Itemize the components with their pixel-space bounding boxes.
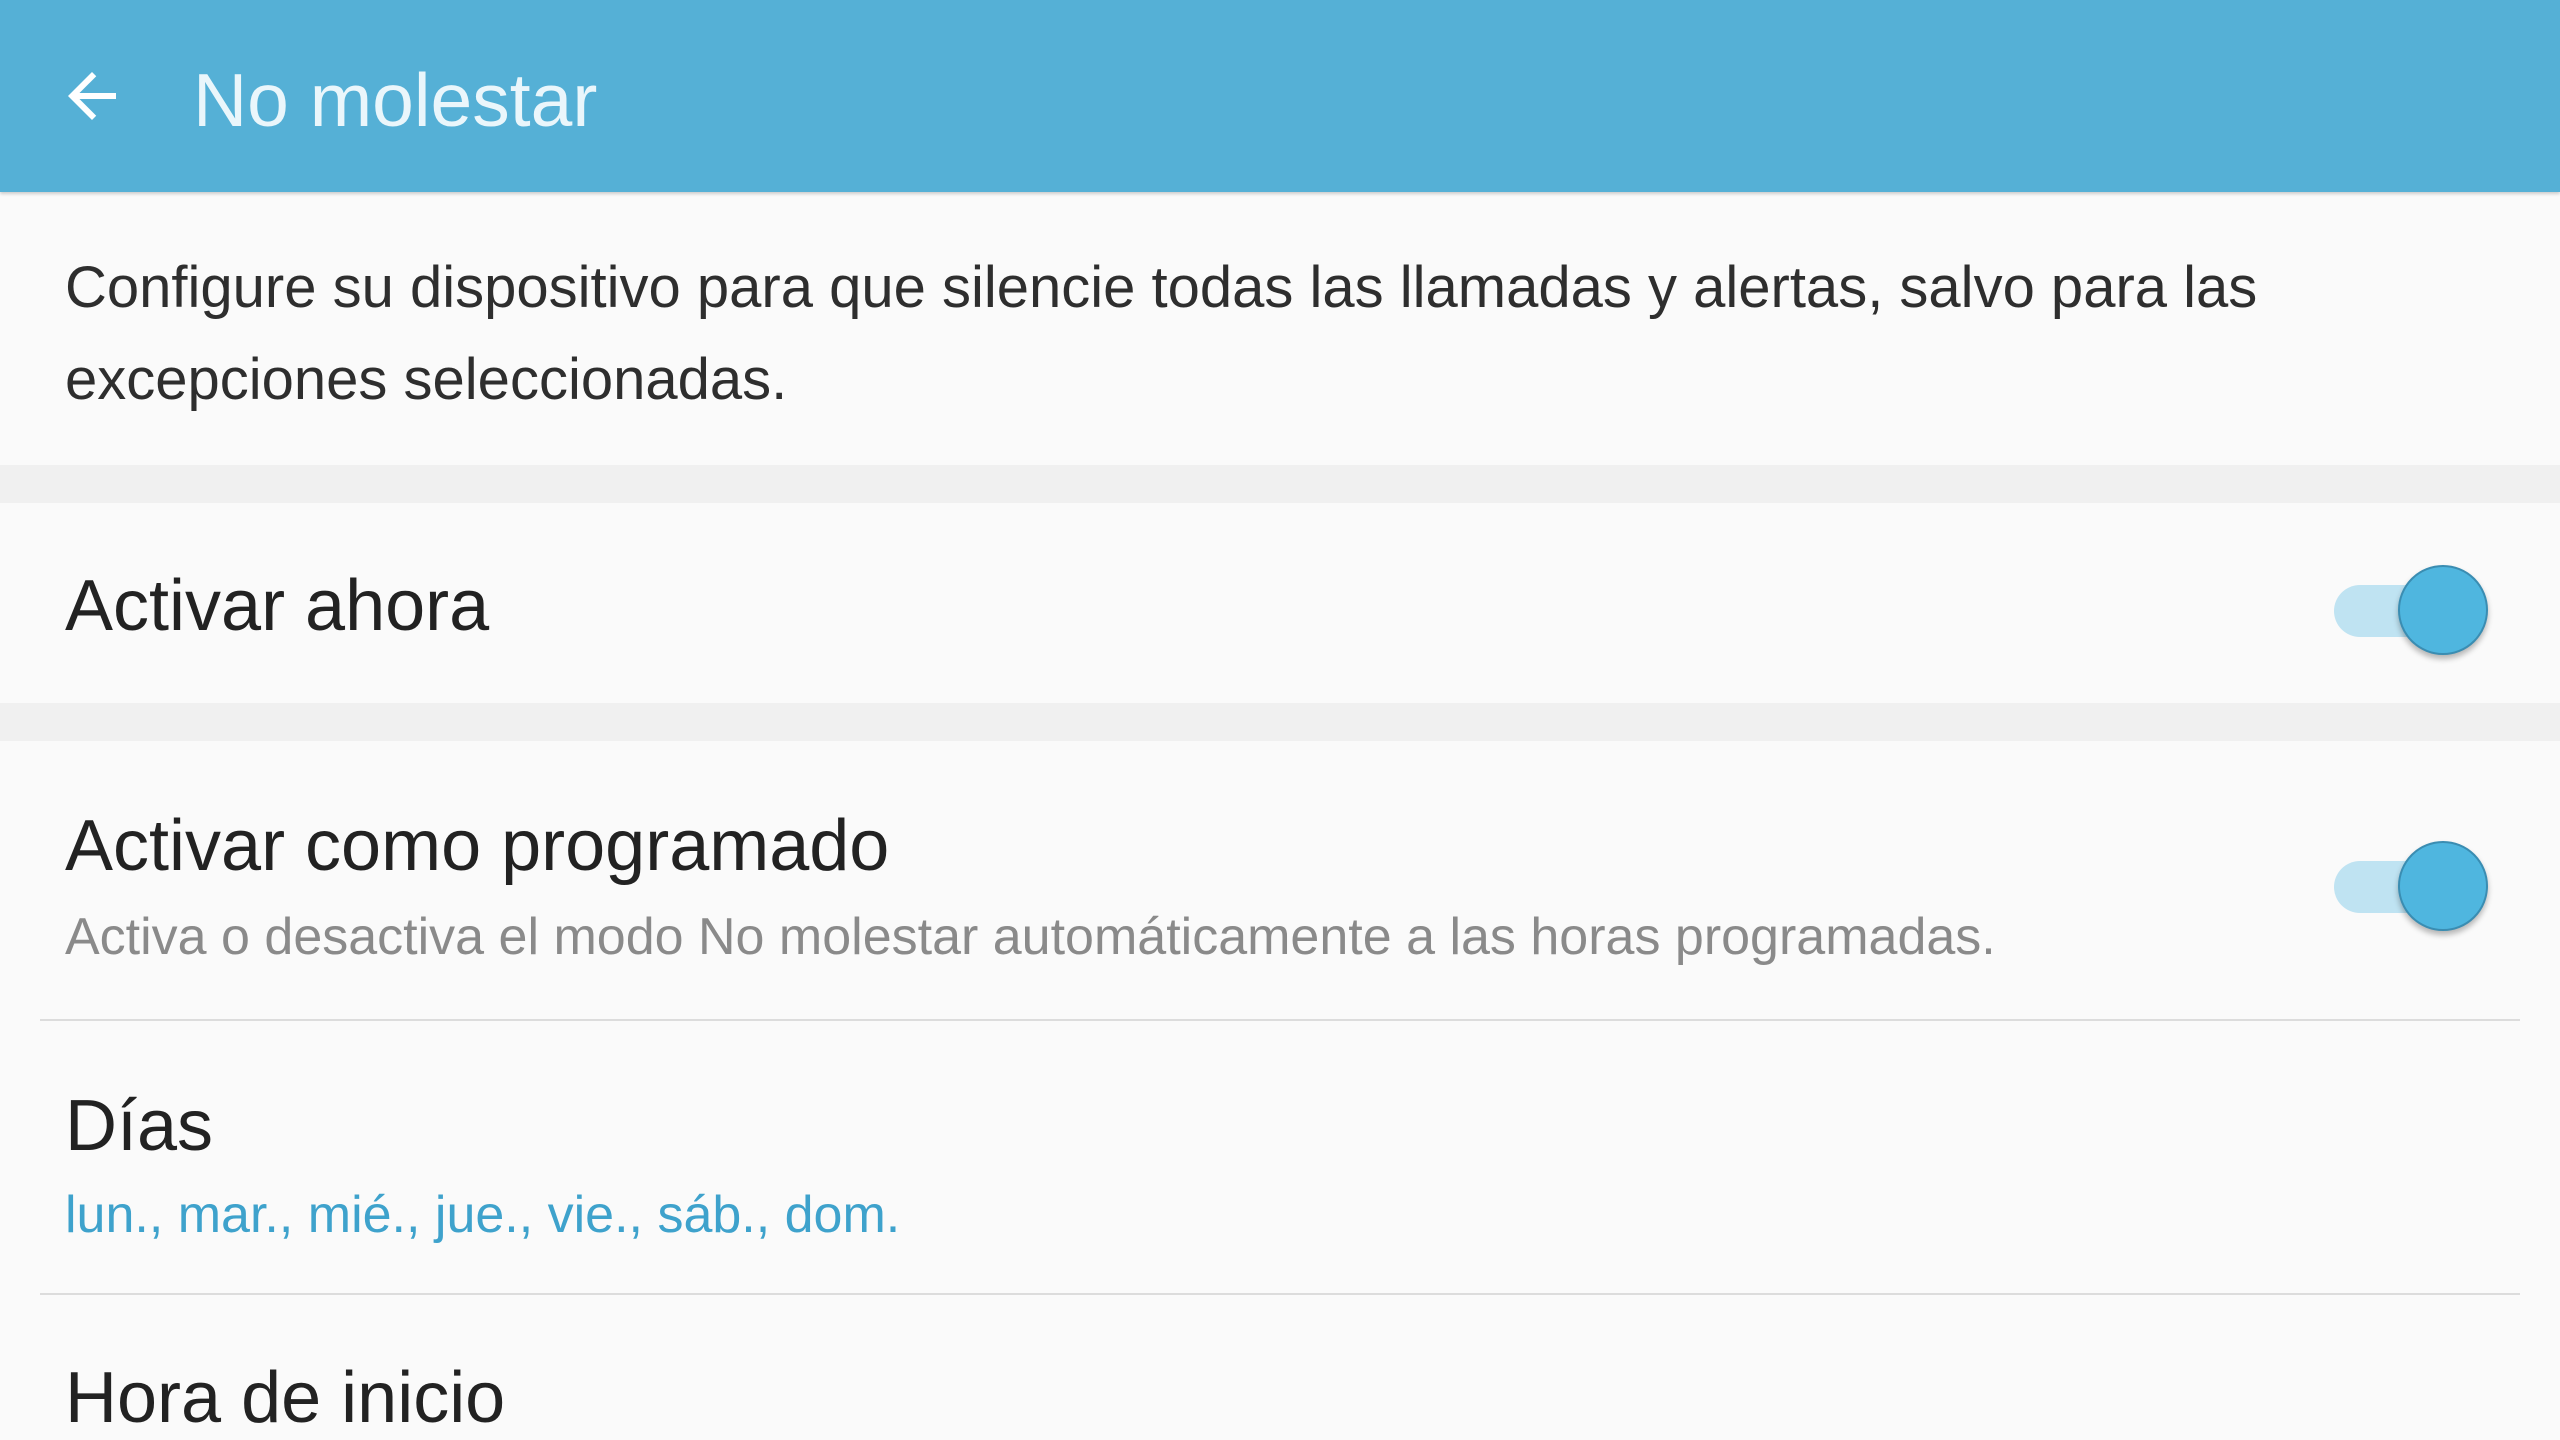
description-text: Configure su dispositivo para que silenc…: [65, 255, 2258, 412]
start-time-row[interactable]: Hora de inicio: [0, 1295, 2560, 1440]
back-button[interactable]: [44, 48, 140, 144]
activate-now-switch[interactable]: [2334, 555, 2488, 655]
app-bar: No molestar: [0, 0, 2560, 192]
scheduled-description: Activa o desactiva el modo No molestar a…: [65, 908, 1996, 966]
scheduled-switch[interactable]: [2334, 831, 2488, 931]
arrow-left-icon: [68, 72, 116, 120]
days-label: Días: [65, 1086, 214, 1166]
switch-thumb: [2398, 565, 2488, 655]
activate-now-row[interactable]: Activar ahora: [0, 503, 2560, 703]
section-gap: [0, 703, 2560, 741]
page-title: No molestar: [193, 58, 598, 142]
days-value: lun., mar., mié., jue., vie., sáb., dom.: [65, 1186, 901, 1244]
start-time-label: Hora de inicio: [65, 1358, 506, 1438]
scheduled-row[interactable]: Activar como programado Activa o desacti…: [0, 741, 2560, 1019]
section-gap: [0, 465, 2560, 503]
switch-thumb: [2398, 841, 2488, 931]
scheduled-label: Activar como programado: [65, 806, 890, 886]
activate-now-label: Activar ahora: [65, 566, 490, 646]
days-row[interactable]: Días lun., mar., mié., jue., vie., sáb.,…: [0, 1021, 2560, 1291]
